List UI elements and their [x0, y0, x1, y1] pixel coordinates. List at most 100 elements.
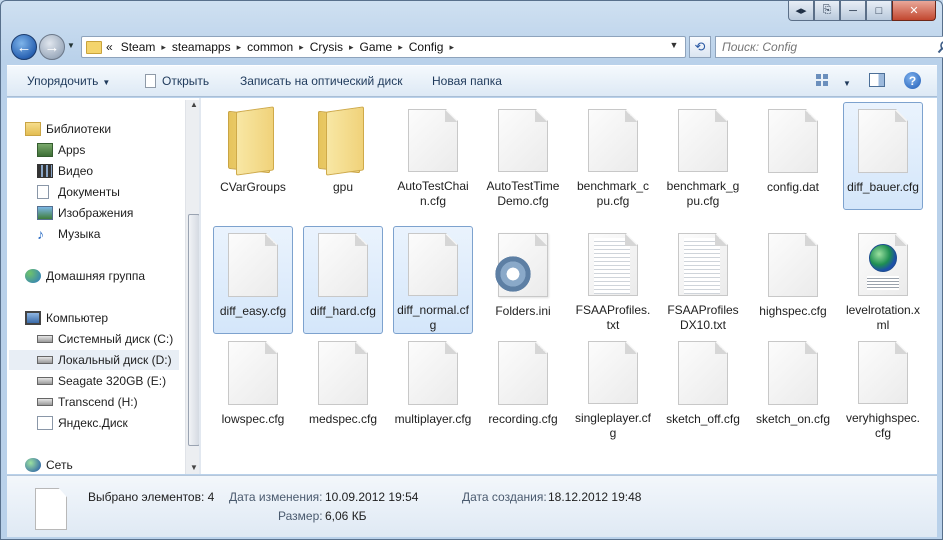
file-name: diff_bauer.cfg [847, 180, 919, 194]
file-item[interactable]: benchmark_gpu.cfg [663, 102, 743, 210]
file-item[interactable]: FSAAProfiles.txt [573, 226, 653, 334]
view-options-dropdown[interactable]: ▼ [839, 75, 851, 89]
search-input[interactable] [716, 40, 916, 54]
arrow-left-icon: ← [16, 38, 32, 56]
chevron-right-icon[interactable]: ▸ [237, 42, 242, 53]
snap-button[interactable]: ⎘ [814, 1, 840, 21]
sidebar-item-homegroup[interactable]: Домашняя группа [25, 266, 197, 286]
file-icon [228, 341, 278, 405]
sidebar-item-video[interactable]: Видео [37, 161, 177, 181]
file-name: medspec.cfg [308, 412, 378, 426]
folder-item[interactable]: CVarGroups [213, 102, 293, 210]
file-item[interactable]: levelrotation.xml [843, 226, 923, 334]
yandex-disk-icon [37, 416, 53, 430]
address-bar[interactable]: « Steam ▸ steamapps ▸ common ▸ Crysis ▸ … [81, 36, 686, 58]
apps-icon [37, 143, 53, 157]
sidebar-item-documents[interactable]: Документы [37, 182, 177, 202]
file-name: AutoTestTimeDemo.cfg [486, 179, 560, 208]
open-label: Открыть [162, 74, 210, 88]
organize-button[interactable]: Упорядочить ▼ [27, 74, 110, 88]
details-pane: Выбрано элементов: 4 Дата изменения: 10.… [7, 475, 937, 537]
file-name: benchmark_gpu.cfg [666, 179, 740, 208]
help-icon[interactable]: ? [904, 72, 921, 89]
breadcrumb-crysis[interactable]: Crysis [310, 40, 343, 54]
recent-pages-button[interactable]: ▼ [67, 41, 75, 50]
file-item[interactable]: Folders.ini [483, 226, 563, 334]
file-item[interactable]: recording.cfg [483, 334, 563, 442]
sidebar-item-network[interactable]: Сеть [25, 455, 197, 475]
file-item[interactable]: multiplayer.cfg [393, 334, 473, 442]
sidebar-item-images[interactable]: Изображения [37, 203, 177, 223]
chevron-right-icon[interactable]: ▸ [398, 42, 403, 53]
file-icon [498, 341, 548, 405]
file-list: CVarGroups gpu AutoTestChain.cfg AutoTestTi… [201, 98, 937, 474]
file-item[interactable]: lowspec.cfg [213, 334, 293, 442]
sidebar-item-apps[interactable]: Apps [37, 140, 177, 160]
file-icon [588, 109, 638, 172]
folder-item[interactable]: gpu [303, 102, 383, 210]
sidebar-item-computer[interactable]: Компьютер [25, 308, 197, 328]
sidebar-item-drive-h[interactable]: Transcend (H:) [37, 392, 177, 412]
file-item[interactable]: singleplayer.cfg [573, 334, 653, 442]
file-name: FSAAProfilesDX10.txt [667, 303, 739, 332]
close-button[interactable]: ✕ [892, 1, 936, 21]
sidebar-item-yandex-disk[interactable]: Яндекс.Диск [37, 413, 177, 433]
file-item[interactable]: diff_hard.cfg [303, 226, 383, 334]
open-button[interactable]: Открыть [145, 74, 209, 88]
file-icon [768, 341, 818, 405]
breadcrumb-game[interactable]: Game [360, 40, 393, 54]
sidebar-item-drive-d[interactable]: Локальный диск (D:) [9, 350, 179, 370]
breadcrumb-steamapps[interactable]: steamapps [172, 40, 231, 54]
file-name: Folders.ini [495, 304, 551, 318]
file-item[interactable]: AutoTestChain.cfg [393, 102, 473, 210]
breadcrumb-overflow[interactable]: « [106, 40, 113, 54]
switch-window-button[interactable]: ◂▸ [788, 1, 814, 21]
file-item[interactable]: sketch_on.cfg [753, 334, 833, 442]
sidebar-item-music[interactable]: ♪ Музыка [37, 224, 177, 244]
sidebar-item-drive-c[interactable]: Системный диск (C:) [37, 329, 177, 349]
file-item[interactable]: veryhighspec.cfg [843, 334, 923, 442]
search-box[interactable] [715, 36, 943, 58]
maximize-button[interactable]: □ [866, 1, 892, 21]
arrow-right-icon: → [44, 38, 60, 56]
file-item[interactable]: sketch_off.cfg [663, 334, 743, 442]
file-item[interactable]: highspec.cfg [753, 226, 833, 334]
chevron-right-icon[interactable]: ▸ [299, 42, 304, 53]
burn-disc-button[interactable]: Записать на оптический диск [240, 74, 403, 88]
refresh-button[interactable]: ⟲ [689, 36, 711, 58]
computer-icon [25, 311, 41, 325]
sidebar-item-label: Локальный диск (D:) [58, 353, 172, 367]
file-name: lowspec.cfg [221, 412, 285, 426]
chevron-right-icon[interactable]: ▸ [449, 42, 454, 53]
size-value: 6,06 КБ [325, 509, 367, 523]
libraries-icon [25, 122, 41, 136]
view-options-icon[interactable] [815, 73, 829, 87]
breadcrumb-steam[interactable]: Steam [121, 40, 156, 54]
preview-pane-icon[interactable] [869, 73, 885, 87]
folder-icon [86, 40, 102, 54]
file-item[interactable]: diff_bauer.cfg [843, 102, 923, 210]
file-item[interactable]: config.dat [753, 102, 833, 210]
file-item[interactable]: FSAAProfilesDX10.txt [663, 226, 743, 334]
sidebar-item-libraries[interactable]: Библиотеки [25, 119, 197, 139]
search-icon[interactable] [937, 40, 943, 54]
breadcrumb-config[interactable]: Config [409, 40, 444, 54]
address-history-dropdown[interactable]: ▼ [665, 40, 683, 50]
minimize-button[interactable]: ─ [840, 1, 866, 21]
file-icon [318, 341, 368, 405]
sidebar-item-drive-e[interactable]: Seagate 320GB (E:) [37, 371, 177, 391]
file-item[interactable]: medspec.cfg [303, 334, 383, 442]
forward-button[interactable]: → [39, 34, 65, 60]
chevron-right-icon[interactable]: ▸ [161, 42, 166, 53]
file-item[interactable]: AutoTestTimeDemo.cfg [483, 102, 563, 210]
new-folder-button[interactable]: Новая папка [432, 74, 502, 88]
file-icon [408, 341, 458, 405]
chevron-right-icon[interactable]: ▸ [349, 42, 354, 53]
file-item[interactable]: diff_normal.cfg [393, 226, 473, 334]
breadcrumb-common[interactable]: common [247, 40, 293, 54]
back-button[interactable]: ← [11, 34, 37, 60]
hard-drive-icon [37, 377, 53, 385]
file-item[interactable]: diff_easy.cfg [213, 226, 293, 334]
file-item[interactable]: benchmark_cpu.cfg [573, 102, 653, 210]
file-name: AutoTestChain.cfg [397, 179, 469, 208]
